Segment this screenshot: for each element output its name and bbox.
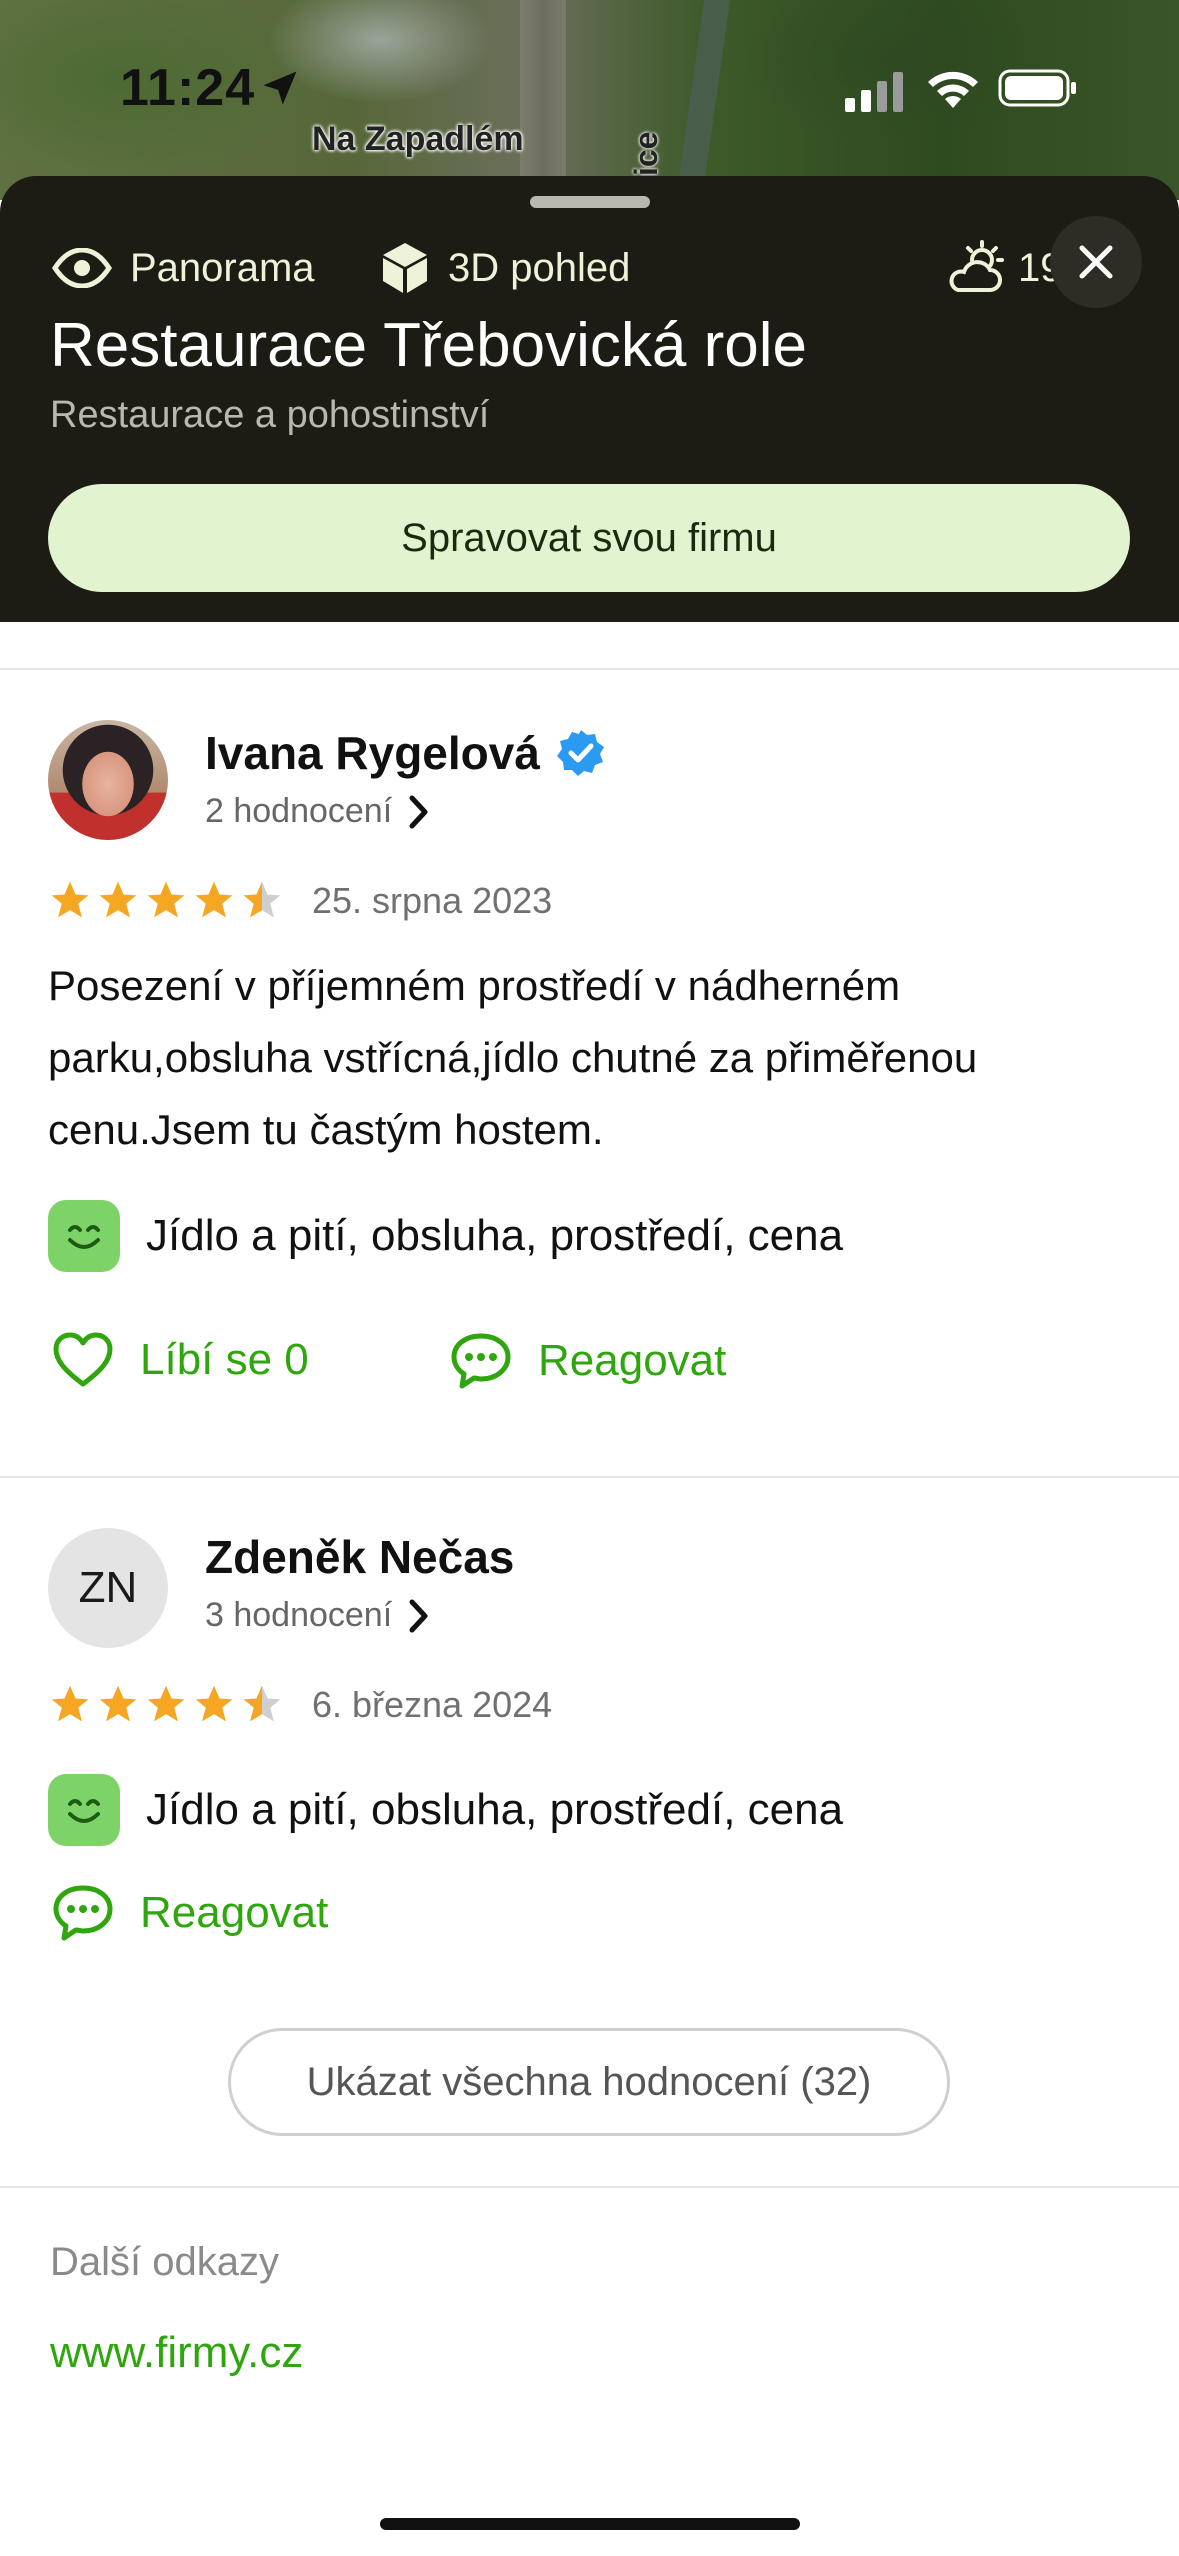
reply-label: Reagovat xyxy=(140,1888,329,1937)
show-all-reviews-button[interactable]: Ukázat všechna hodnocení (32) xyxy=(228,2028,950,2136)
map-street-label-vertical: ice xyxy=(628,131,664,176)
place-title: Restaurace Třebovická role xyxy=(50,311,807,380)
chevron-right-icon xyxy=(409,795,428,828)
star-full-icon xyxy=(51,881,89,918)
author-name: Ivana Rygelová xyxy=(205,727,540,779)
place-header: Panorama 3D pohled 19° Restaurace Třebov… xyxy=(0,176,1179,622)
more-links-title: Další odkazy xyxy=(50,2240,279,2284)
review-text: Posezení v příjemném prostředí v nádhern… xyxy=(48,962,978,1153)
star-rating xyxy=(48,1682,288,1726)
star-full-icon xyxy=(147,1685,185,1722)
divider xyxy=(0,2186,1179,2188)
review-date: 25. srpna 2023 xyxy=(312,880,553,921)
star-half-icon xyxy=(243,1685,281,1722)
heart-icon xyxy=(53,1332,113,1387)
reply-label: Reagovat xyxy=(538,1336,727,1385)
wifi-icon xyxy=(928,71,978,108)
partly-cloudy-icon xyxy=(949,240,1004,292)
close-button[interactable] xyxy=(1050,216,1142,308)
manage-business-button[interactable]: Spravovat svou firmu xyxy=(48,484,1130,592)
view-3d-button[interactable]: 3D pohled xyxy=(380,238,630,298)
firmy-link[interactable]: www.firmy.cz xyxy=(50,2328,303,2378)
star-full-icon xyxy=(99,1685,137,1722)
like-button[interactable]: Líbí se 0 xyxy=(52,1332,309,1388)
review-author[interactable]: Zdeněk Nečas xyxy=(205,1530,514,1584)
star-full-icon xyxy=(99,881,137,918)
verified-badge-icon xyxy=(556,730,604,776)
review-tags: Jídlo a pití, obsluha, prostředí, cena xyxy=(48,1774,843,1846)
eye-icon xyxy=(52,248,112,288)
chevron-right-icon xyxy=(409,1599,428,1632)
divider xyxy=(0,668,1179,670)
location-arrow-icon xyxy=(263,71,297,105)
smiley-icon xyxy=(48,1200,120,1272)
star-full-icon xyxy=(147,881,185,918)
star-full-icon xyxy=(195,881,233,918)
reply-button[interactable]: Reagovat xyxy=(450,1332,726,1390)
map-street-label: Na Zapadlém xyxy=(312,120,524,158)
status-time: 11:24 xyxy=(120,59,256,117)
author-name: Zdeněk Nečas xyxy=(205,1531,515,1583)
cellular-signal-icon xyxy=(845,72,903,112)
author-ratings-count: 2 hodnocení xyxy=(205,792,393,830)
battery-icon xyxy=(998,69,1076,107)
sheet-grabber[interactable] xyxy=(530,196,650,208)
home-indicator[interactable] xyxy=(380,2518,800,2530)
star-full-icon xyxy=(195,1685,233,1722)
view-3d-label: 3D pohled xyxy=(448,245,631,290)
panorama-label: Panorama xyxy=(130,245,315,290)
author-ratings-count: 3 hodnocení xyxy=(205,1596,393,1634)
smiley-icon xyxy=(48,1774,120,1846)
review-date: 6. března 2024 xyxy=(312,1684,553,1725)
comment-icon xyxy=(53,1885,113,1941)
close-icon xyxy=(1079,245,1113,279)
like-label: Líbí se 0 xyxy=(140,1335,309,1384)
avatar[interactable] xyxy=(48,720,168,840)
comment-icon xyxy=(451,1333,511,1389)
cube-icon xyxy=(383,243,427,293)
avatar[interactable]: ZN xyxy=(48,1528,168,1648)
place-category: Restaurace a pohostinství xyxy=(50,394,490,436)
divider xyxy=(0,1476,1179,1478)
author-ratings-link[interactable]: 3 hodnocení xyxy=(205,1596,430,1635)
review-tags-text: Jídlo a pití, obsluha, prostředí, cena xyxy=(146,1785,844,1834)
panorama-button[interactable]: Panorama xyxy=(52,238,315,298)
star-half-icon xyxy=(243,881,281,918)
review-author[interactable]: Ivana Rygelová xyxy=(205,726,606,780)
review-tags: Jídlo a pití, obsluha, prostředí, cena xyxy=(48,1200,843,1272)
reply-button[interactable]: Reagovat xyxy=(52,1884,328,1942)
status-bar: 11:24 xyxy=(0,58,1179,118)
star-rating xyxy=(48,878,288,922)
star-full-icon xyxy=(51,1685,89,1722)
review-tags-text: Jídlo a pití, obsluha, prostředí, cena xyxy=(146,1211,844,1260)
author-ratings-link[interactable]: 2 hodnocení xyxy=(205,792,430,831)
